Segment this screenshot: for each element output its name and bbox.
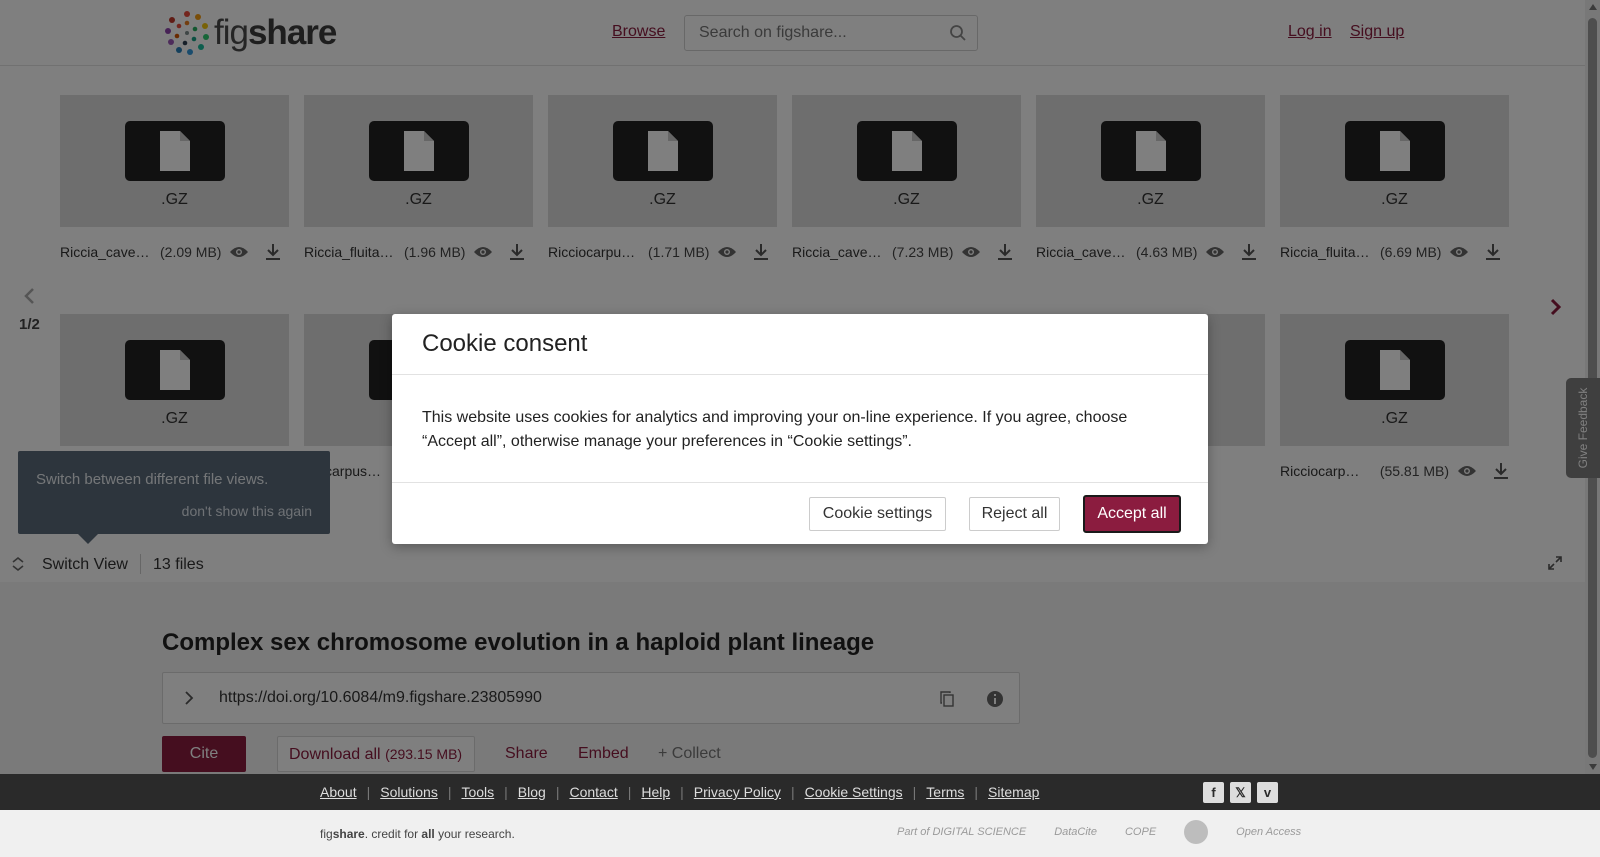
cookie-consent-dialog: Cookie consent This website uses cookies… bbox=[392, 314, 1208, 544]
footer-link-tools[interactable]: Tools bbox=[461, 784, 494, 800]
footer-link-sitemap[interactable]: Sitemap bbox=[988, 784, 1039, 800]
footer-link-contact[interactable]: Contact bbox=[569, 784, 617, 800]
footer-separator: | bbox=[912, 784, 917, 800]
orcid-logo[interactable] bbox=[1184, 820, 1209, 844]
footer-link-help[interactable]: Help bbox=[641, 784, 670, 800]
footer-separator: | bbox=[680, 784, 684, 800]
footer-tagline: figshare. credit for all your research. bbox=[320, 827, 515, 841]
footer-separator: | bbox=[555, 784, 560, 800]
dialog-divider bbox=[392, 482, 1208, 483]
footer-links: About | Solutions | Tools | Blog | Contact | Help |… bbox=[320, 784, 1039, 800]
footer-link-terms[interactable]: Terms bbox=[926, 784, 964, 800]
social-links: f 𝕏 v bbox=[1203, 782, 1278, 803]
footer-link-privacy-policy[interactable]: Privacy Policy bbox=[694, 784, 781, 800]
footer-separator: | bbox=[790, 784, 795, 800]
footer-bottom: figshare. credit for all your research. … bbox=[0, 810, 1600, 857]
digital-science-logo[interactable]: Part of DIGITAL SCIENCE bbox=[897, 826, 1026, 838]
reject-all-button[interactable]: Reject all bbox=[969, 497, 1060, 531]
footer-separator: | bbox=[627, 784, 632, 800]
footer-link-blog[interactable]: Blog bbox=[518, 784, 546, 800]
footer-separator: | bbox=[974, 784, 979, 800]
dialog-divider bbox=[392, 374, 1208, 375]
x-icon[interactable]: 𝕏 bbox=[1230, 782, 1251, 803]
dialog-body: This website uses cookies for analytics … bbox=[422, 409, 1128, 450]
footer-nav: About | Solutions | Tools | Blog | Contact | Help |… bbox=[0, 774, 1600, 810]
datacite-logo[interactable]: DataCite bbox=[1054, 826, 1097, 838]
open-access-logo[interactable]: Open Access bbox=[1236, 826, 1301, 838]
accept-all-button[interactable]: Accept all bbox=[1083, 495, 1181, 533]
footer-separator: | bbox=[504, 784, 508, 800]
dialog-title: Cookie consent bbox=[422, 330, 588, 357]
footer-link-about[interactable]: About bbox=[320, 784, 357, 800]
footer-separator: | bbox=[447, 784, 452, 800]
partner-logos: Part of DIGITAL SCIENCE DataCite COPE Op… bbox=[897, 820, 1301, 844]
facebook-icon[interactable]: f bbox=[1203, 782, 1224, 803]
footer-separator: | bbox=[366, 784, 371, 800]
footer-link-cookie-settings[interactable]: Cookie Settings bbox=[805, 784, 903, 800]
cookie-settings-button[interactable]: Cookie settings bbox=[809, 497, 946, 531]
footer-link-solutions[interactable]: Solutions bbox=[380, 784, 438, 800]
cope-logo[interactable]: COPE bbox=[1125, 826, 1156, 838]
vimeo-icon[interactable]: v bbox=[1257, 782, 1278, 803]
